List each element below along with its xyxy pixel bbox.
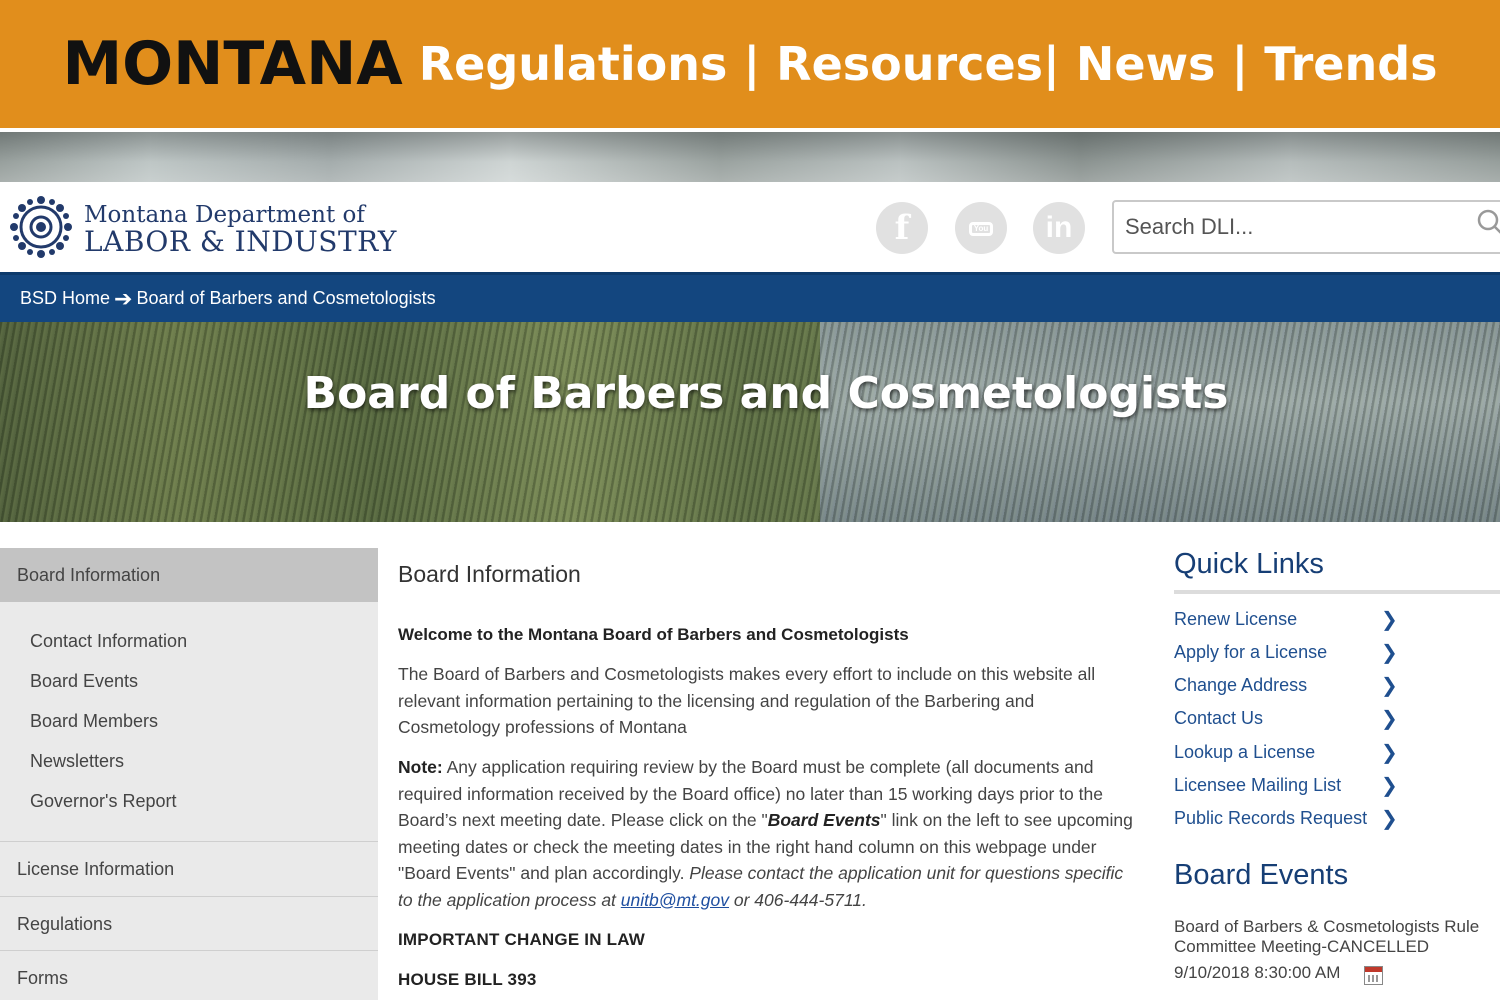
sidebar-item-contact-information[interactable]: Contact Information [30,631,187,652]
hero-title: Board of Barbers and Cosmetologists [303,368,1229,419]
note-label: Note: [398,757,443,777]
sky-strip [0,132,1500,182]
sidebar-item-governors-report[interactable]: Governor's Report [30,791,177,812]
youtube-glyph-frame: You [969,222,993,236]
chevron-right-icon[interactable]: ❯ [1381,673,1398,698]
sidebar-item-newsletters[interactable]: Newsletters [30,751,124,772]
chevron-right-icon[interactable]: ❯ [1381,640,1398,665]
hero-banner: Board of Barbers and Cosmetologists [0,322,1500,522]
sidebar-item-regulations[interactable]: Regulations [0,896,378,950]
dli-seal-icon[interactable] [8,194,74,260]
breadcrumb: BSD Home ➔ Board of Barbers and Cosmetol… [0,272,1500,322]
email-link[interactable]: unitb@mt.gov [621,890,729,910]
sidebar-item-board-information[interactable]: Board Information [0,548,378,602]
youtube-glyph: You [973,224,989,233]
board-events-emphasis: Board Events [767,810,881,830]
chevron-right-icon[interactable]: ❯ [1381,773,1398,798]
welcome-heading: Welcome to the Montana Board of Barbers … [398,625,909,644]
breadcrumb-home-link[interactable]: BSD Home [20,288,110,309]
note-italic-2: or 406-444-5711. [729,889,867,910]
quick-link-renew-license[interactable]: Renew License [1174,609,1394,630]
linkedin-glyph: in [1045,211,1073,244]
quick-links-divider [1174,590,1500,594]
intro-paragraph: The Board of Barbers and Cosmetologists … [398,664,1096,737]
search-input[interactable] [1112,200,1500,254]
search-icon[interactable] [1476,208,1500,236]
calendar-icon[interactable] [1364,966,1383,985]
left-sidebar: Board Information Contact Information Bo… [0,548,378,1000]
chevron-right-icon[interactable]: ❯ [1381,706,1398,731]
sidebar-item-license-information[interactable]: License Information [0,841,378,895]
banner-state: MONTANA [62,29,403,99]
house-bill-heading: HOUSE BILL 393 [398,970,537,989]
linkedin-icon[interactable]: in [1033,202,1085,254]
logo-text-labor-industry[interactable]: LABOR & INDUSTRY [84,225,397,258]
page-heading: Board Information [398,561,581,587]
banner-topics: Regulations | Resources| News | Trends [418,37,1438,91]
board-event-link[interactable]: Board of Barbers & Cosmetologists Rule C… [1174,917,1500,957]
breadcrumb-arrow-icon: ➔ [114,285,133,311]
quick-link-change-address[interactable]: Change Address [1174,675,1394,696]
facebook-glyph: f [894,208,910,248]
sidebar-item-board-members[interactable]: Board Members [30,711,158,732]
breadcrumb-current[interactable]: Board of Barbers and Cosmetologists [136,288,435,309]
quick-link-lookup-license[interactable]: Lookup a License [1174,742,1394,763]
board-event-date: 9/10/2018 8:30:00 AM [1174,963,1341,982]
quick-link-public-records[interactable]: Public Records Request [1174,808,1394,829]
note-paragraph: Note: Any application requiring review b… [398,754,1138,913]
top-banner: MONTANA Regulations | Resources| News | … [0,0,1500,128]
quick-link-contact-us[interactable]: Contact Us [1174,708,1394,729]
site-header: Montana Department of LABOR & INDUSTRY f… [0,182,1500,272]
board-events-title: Board Events [1174,859,1349,891]
chevron-right-icon[interactable]: ❯ [1381,607,1398,632]
chevron-right-icon[interactable]: ❯ [1381,740,1398,765]
chevron-right-icon[interactable]: ❯ [1381,806,1398,831]
quick-links-title: Quick Links [1174,548,1324,580]
youtube-icon[interactable]: You [955,202,1007,254]
facebook-icon[interactable]: f [876,202,928,254]
important-change-heading: IMPORTANT CHANGE IN LAW [398,930,645,949]
sidebar-item-forms[interactable]: Forms [0,950,378,1000]
quick-link-mailing-list[interactable]: Licensee Mailing List [1174,775,1394,796]
quick-link-apply-license[interactable]: Apply for a License [1174,642,1394,663]
sidebar-item-board-events[interactable]: Board Events [30,671,138,692]
